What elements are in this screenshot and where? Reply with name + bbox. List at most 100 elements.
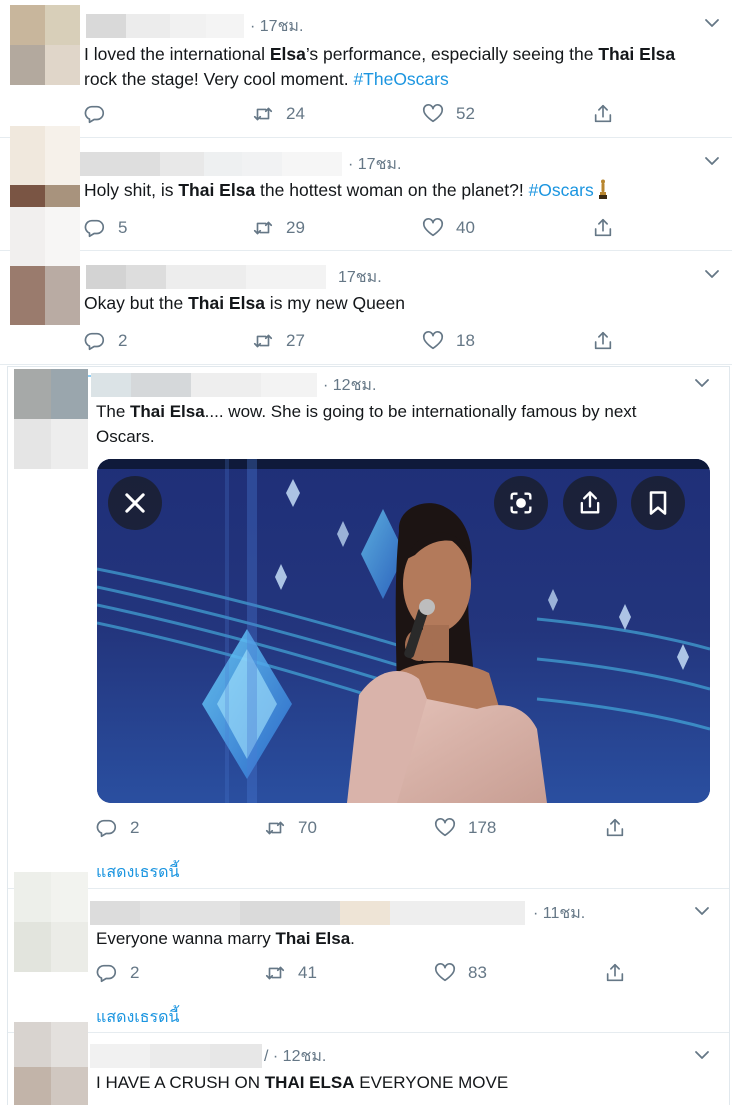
author-name-blurred[interactable] (86, 14, 244, 38)
author-name-blurred[interactable] (86, 265, 326, 289)
hashtag-link[interactable]: #TheOscars (353, 69, 448, 89)
chevron-down-icon[interactable] (702, 264, 722, 284)
show-thread-link[interactable]: แสดงเธรดนี้ (96, 1005, 179, 1030)
text-segment: I loved the international (84, 44, 270, 64)
reply-icon (96, 964, 117, 983)
chevron-down-icon (705, 19, 719, 27)
reply-button[interactable]: 2 (84, 326, 127, 356)
heart-icon (423, 218, 443, 237)
share-icon (580, 491, 600, 514)
like-button[interactable]: 40 (422, 213, 475, 243)
reply-button[interactable]: 2 (96, 813, 139, 843)
author-name-blurred[interactable] (90, 901, 525, 925)
like-button[interactable]: 52 (422, 99, 475, 129)
author-row: · 17ชม. (80, 151, 401, 177)
author-row: · 11ชม. (90, 900, 585, 926)
tweet-time[interactable]: · 17ชม. (250, 14, 303, 39)
avatar[interactable] (14, 872, 88, 972)
author-row: / · 12ชม. (90, 1043, 326, 1069)
retweet-icon (265, 821, 285, 835)
hashtag-link[interactable]: #Oscars (529, 180, 594, 200)
reply-button[interactable]: 5 (84, 213, 127, 243)
author-name-blurred[interactable] (90, 1044, 262, 1068)
retweet-button[interactable]: 29 (252, 213, 305, 243)
retweet-button[interactable]: 70 (264, 813, 317, 843)
avatar[interactable] (10, 207, 80, 325)
share-button[interactable] (592, 326, 614, 356)
retweet-button[interactable]: 27 (252, 326, 305, 356)
oscar-statue-icon (598, 179, 607, 199)
text-segment: Okay but the (84, 293, 189, 313)
chevron-down-icon[interactable] (692, 373, 712, 393)
retweet-count: 24 (286, 104, 305, 123)
author-name-blurred[interactable] (91, 373, 317, 397)
highlighted-term: Elsa (269, 44, 306, 64)
retweet-button[interactable]: 24 (252, 99, 305, 129)
text-segment: rock the stage! Very cool moment. (84, 69, 354, 89)
reply-button[interactable]: 2 (96, 958, 139, 988)
author-name-blurred[interactable] (80, 152, 342, 176)
performance-photo (97, 459, 710, 803)
tweet-time[interactable]: · 12ชม. (323, 373, 376, 398)
share-button[interactable] (604, 958, 626, 988)
share-icon (606, 963, 624, 982)
like-count: 18 (456, 331, 475, 350)
text-segment: Holy shit, is (84, 180, 179, 200)
tweet-time[interactable]: · 17ชม. (348, 152, 401, 177)
tweet-time[interactable]: 17ชม. (338, 265, 382, 290)
tweet-actions: 2 27 18 (0, 326, 732, 356)
tweet-media-image[interactable] (97, 459, 710, 803)
tweet-text: Holy shit, is Thai Elsa the hottest woma… (84, 178, 724, 203)
reply-count: 2 (118, 331, 128, 350)
like-button[interactable]: 83 (434, 958, 487, 988)
like-count: 178 (468, 818, 497, 837)
like-button[interactable]: 178 (434, 813, 496, 843)
tweet-time[interactable]: / · 12ชม. (264, 1044, 326, 1069)
heart-icon (435, 818, 455, 837)
highlighted-term: Thai Elsa (130, 402, 205, 421)
share-icon (594, 331, 612, 350)
share-button[interactable] (592, 213, 614, 243)
chevron-down-icon[interactable] (692, 901, 712, 921)
lens-icon (510, 492, 532, 514)
bookmark-icon (649, 491, 667, 515)
tweet-actions: 2 70 178 (0, 813, 732, 843)
avatar[interactable] (10, 5, 80, 85)
tweet-text: I HAVE A CRUSH ON THAI ELSA EVERYONE MOV… (96, 1070, 716, 1095)
avatar[interactable] (14, 369, 88, 469)
text-segment: .... wow. She is going to be internation… (204, 402, 637, 421)
share-button[interactable] (592, 99, 614, 129)
media-bookmark-button[interactable] (631, 476, 685, 530)
reply-button[interactable] (84, 99, 118, 129)
like-button[interactable]: 18 (422, 326, 475, 356)
media-close-button[interactable] (108, 476, 162, 530)
reply-icon (96, 819, 117, 838)
chevron-down-icon (695, 907, 709, 915)
highlighted-term: THAI ELSA (264, 1073, 355, 1092)
like-count: 83 (468, 963, 487, 982)
retweet-count: 29 (286, 218, 305, 237)
media-share-button[interactable] (563, 476, 617, 530)
show-thread-link[interactable]: แสดงเธรดนี้ (96, 860, 179, 885)
text-segment: Everyone wanna marry (96, 929, 276, 948)
text-segment: The (96, 402, 131, 421)
text-segment: . (350, 929, 355, 948)
media-lens-button[interactable] (494, 476, 548, 530)
tweet-time[interactable]: · 11ชม. (533, 901, 585, 926)
retweet-icon (253, 107, 273, 121)
tweet[interactable]: / · 12ชม. I HAVE A CRUSH ON THAI ELSA EV… (8, 1022, 729, 1105)
tweet[interactable]: 17ชม. Okay but the Thai Elsa is my new Q… (0, 207, 732, 365)
tweet[interactable]: · 17ชม. Holy shit, is Thai Elsa the hott… (0, 126, 732, 251)
avatar[interactable] (14, 1022, 88, 1105)
chevron-down-icon[interactable] (702, 151, 722, 171)
share-button[interactable] (604, 813, 626, 843)
chevron-down-icon[interactable] (702, 13, 722, 33)
author-row: 17ชม. (86, 264, 382, 290)
retweet-button[interactable]: 41 (264, 958, 317, 988)
like-count: 52 (456, 104, 475, 123)
author-row: · 12ชม. (91, 372, 376, 398)
heart-icon (423, 331, 443, 350)
retweet-icon (265, 966, 285, 980)
chevron-down-icon[interactable] (692, 1045, 712, 1065)
tweet[interactable]: · 17ชม. I loved the international Elsa’s… (0, 0, 732, 138)
